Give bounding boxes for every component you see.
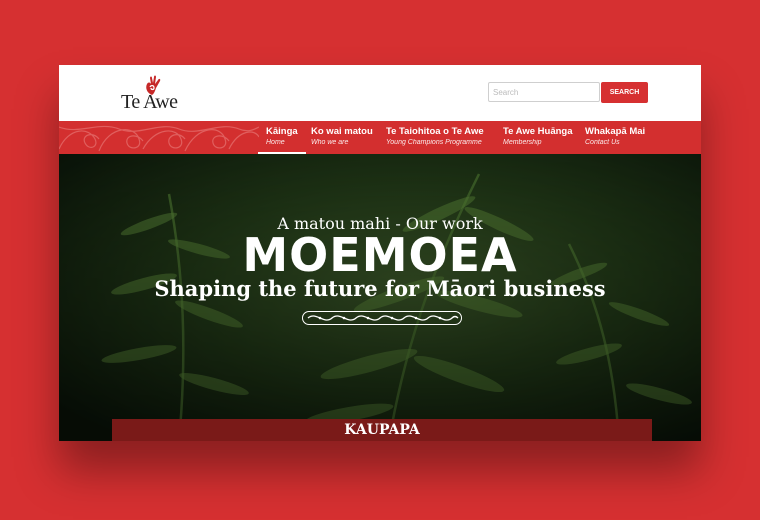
site-header: Te Awe SEARCH <box>59 65 701 121</box>
nav-item-kainga[interactable]: Kāinga Home <box>258 126 306 154</box>
nav-item-sublabel: Membership <box>503 139 542 146</box>
nav-item-te-awe-huanga[interactable]: Te Awe Huānga Membership <box>503 126 573 148</box>
browser-window: Te Awe SEARCH Kāinga Home Ko wai matou W… <box>59 65 701 441</box>
search-button[interactable]: SEARCH <box>601 82 648 103</box>
nav-item-whakapa-mai[interactable]: Whakapā Mai Contact Us <box>585 126 645 148</box>
nav-item-sublabel: Contact Us <box>585 139 620 146</box>
nav-item-ko-wai-matou[interactable]: Ko wai matou Who we are <box>311 126 373 148</box>
logo-text: Te Awe <box>121 91 178 113</box>
nav-item-label: Te Awe Huānga <box>503 126 573 137</box>
kowhaiwhai-divider <box>302 311 462 325</box>
maori-pattern-decoration <box>59 125 259 152</box>
main-nav: Kāinga Home Ko wai matou Who we are Te T… <box>59 121 701 154</box>
nav-item-label: Te Taiohitoa o Te Awe <box>386 126 484 137</box>
hero-subtitle: Shaping the future for Māori business <box>154 276 606 301</box>
hero-banner: A matou mahi - Our work MOEMOEA Shaping … <box>59 154 701 441</box>
nav-item-label: Ko wai matou <box>311 126 373 137</box>
nav-item-label: Whakapā Mai <box>585 126 646 137</box>
nav-item-label: Kāinga <box>266 126 298 137</box>
search-input[interactable] <box>488 82 600 102</box>
kaupapa-tab[interactable]: KAUPAPA <box>112 419 652 441</box>
nav-item-te-taiohitoa[interactable]: Te Taiohitoa o Te Awe Young Champions Pr… <box>386 126 484 148</box>
nav-item-sublabel: Young Champions Programme <box>386 139 482 146</box>
nav-item-sublabel: Who we are <box>311 139 349 146</box>
te-awe-logo[interactable]: Te Awe <box>121 75 191 113</box>
hero-title: MOEMOEA <box>242 228 518 282</box>
nav-item-sublabel: Home <box>266 139 285 146</box>
